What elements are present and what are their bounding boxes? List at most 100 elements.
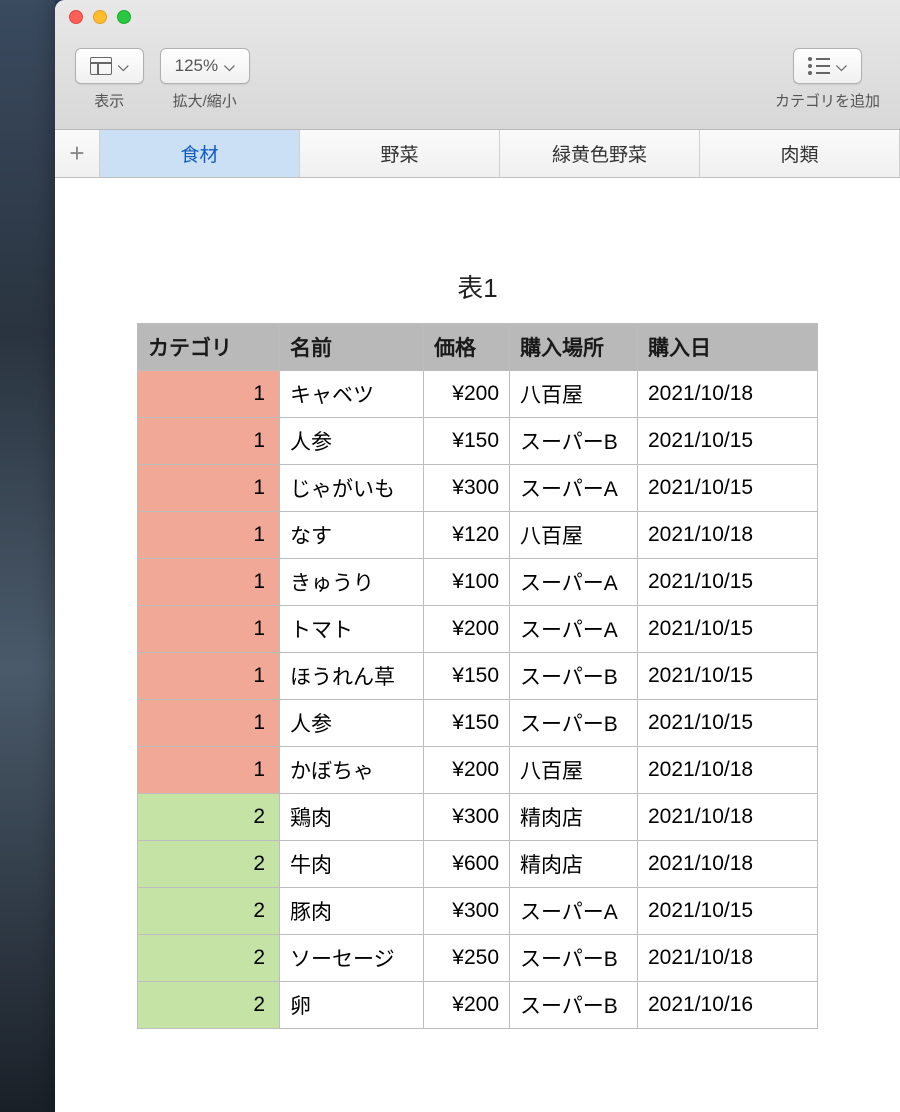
zoom-button[interactable]: 125%: [160, 48, 250, 84]
cell-name[interactable]: きゅうり: [280, 559, 424, 606]
sheet-tab[interactable]: 野菜: [300, 130, 500, 177]
cell-category[interactable]: 2: [138, 794, 280, 841]
cell-date[interactable]: 2021/10/18: [638, 371, 818, 418]
cell-date[interactable]: 2021/10/15: [638, 465, 818, 512]
add-sheet-button[interactable]: +: [55, 130, 100, 177]
list-icon: [808, 57, 830, 75]
cell-category[interactable]: 1: [138, 653, 280, 700]
cell-place[interactable]: スーパーA: [510, 465, 638, 512]
cell-category[interactable]: 1: [138, 559, 280, 606]
cell-name[interactable]: 人参: [280, 700, 424, 747]
cell-date[interactable]: 2021/10/15: [638, 559, 818, 606]
cell-place[interactable]: スーパーA: [510, 888, 638, 935]
sheet-tab[interactable]: 緑黄色野菜: [500, 130, 700, 177]
column-header[interactable]: カテゴリ: [138, 324, 280, 371]
cell-date[interactable]: 2021/10/15: [638, 700, 818, 747]
cell-price[interactable]: ¥120: [424, 512, 510, 559]
canvas[interactable]: 表1 カテゴリ名前価格購入場所購入日 1キャベツ¥200八百屋2021/10/1…: [55, 178, 900, 1112]
cell-place[interactable]: スーパーB: [510, 653, 638, 700]
cell-place[interactable]: 八百屋: [510, 512, 638, 559]
table-row: 1人参¥150スーパーB2021/10/15: [138, 700, 818, 747]
cell-place[interactable]: スーパーB: [510, 982, 638, 1029]
table-title[interactable]: 表1: [55, 268, 900, 305]
cell-name[interactable]: かぼちゃ: [280, 747, 424, 794]
cell-place[interactable]: 精肉店: [510, 794, 638, 841]
cell-date[interactable]: 2021/10/18: [638, 747, 818, 794]
cell-date[interactable]: 2021/10/15: [638, 606, 818, 653]
cell-price[interactable]: ¥200: [424, 606, 510, 653]
cell-name[interactable]: 鶏肉: [280, 794, 424, 841]
maximize-button[interactable]: [117, 10, 131, 24]
cell-price[interactable]: ¥100: [424, 559, 510, 606]
cell-category[interactable]: 1: [138, 418, 280, 465]
cell-name[interactable]: 卵: [280, 982, 424, 1029]
add-category-button[interactable]: [793, 48, 862, 84]
cell-date[interactable]: 2021/10/16: [638, 982, 818, 1029]
cell-date[interactable]: 2021/10/18: [638, 841, 818, 888]
cell-price[interactable]: ¥600: [424, 841, 510, 888]
cell-category[interactable]: 2: [138, 935, 280, 982]
view-button[interactable]: [75, 48, 144, 84]
cell-category[interactable]: 1: [138, 465, 280, 512]
table-row: 1キャベツ¥200八百屋2021/10/18: [138, 371, 818, 418]
cell-place[interactable]: スーパーA: [510, 606, 638, 653]
cell-place[interactable]: 八百屋: [510, 371, 638, 418]
cell-name[interactable]: じゃがいも: [280, 465, 424, 512]
cell-date[interactable]: 2021/10/15: [638, 888, 818, 935]
table-row: 2豚肉¥300スーパーA2021/10/15: [138, 888, 818, 935]
cell-date[interactable]: 2021/10/18: [638, 794, 818, 841]
cell-category[interactable]: 2: [138, 982, 280, 1029]
close-button[interactable]: [69, 10, 83, 24]
cell-price[interactable]: ¥300: [424, 794, 510, 841]
cell-category[interactable]: 1: [138, 606, 280, 653]
table-row: 1かぼちゃ¥200八百屋2021/10/18: [138, 747, 818, 794]
sheet-tabs: + 食材野菜緑黄色野菜肉類: [55, 130, 900, 178]
sheet-tab[interactable]: 肉類: [700, 130, 900, 177]
cell-price[interactable]: ¥200: [424, 982, 510, 1029]
panel-icon: [90, 57, 112, 75]
cell-price[interactable]: ¥300: [424, 888, 510, 935]
minimize-button[interactable]: [93, 10, 107, 24]
cell-price[interactable]: ¥200: [424, 371, 510, 418]
cell-price[interactable]: ¥150: [424, 700, 510, 747]
cell-category[interactable]: 1: [138, 512, 280, 559]
column-header[interactable]: 名前: [280, 324, 424, 371]
cell-category[interactable]: 1: [138, 371, 280, 418]
cell-name[interactable]: 豚肉: [280, 888, 424, 935]
column-header[interactable]: 購入場所: [510, 324, 638, 371]
cell-price[interactable]: ¥300: [424, 465, 510, 512]
cell-date[interactable]: 2021/10/18: [638, 935, 818, 982]
data-table[interactable]: カテゴリ名前価格購入場所購入日 1キャベツ¥200八百屋2021/10/181人…: [137, 323, 818, 1029]
column-header[interactable]: 購入日: [638, 324, 818, 371]
sheet-tab[interactable]: 食材: [100, 130, 300, 177]
cell-place[interactable]: スーパーB: [510, 418, 638, 465]
cell-place[interactable]: スーパーB: [510, 935, 638, 982]
cell-name[interactable]: キャベツ: [280, 371, 424, 418]
cell-place[interactable]: 精肉店: [510, 841, 638, 888]
cell-price[interactable]: ¥250: [424, 935, 510, 982]
cell-name[interactable]: 牛肉: [280, 841, 424, 888]
cell-date[interactable]: 2021/10/15: [638, 418, 818, 465]
table-row: 2鶏肉¥300精肉店2021/10/18: [138, 794, 818, 841]
cell-name[interactable]: ソーセージ: [280, 935, 424, 982]
cell-price[interactable]: ¥200: [424, 747, 510, 794]
cell-category[interactable]: 1: [138, 747, 280, 794]
cell-place[interactable]: スーパーA: [510, 559, 638, 606]
cell-category[interactable]: 2: [138, 841, 280, 888]
cell-price[interactable]: ¥150: [424, 653, 510, 700]
column-header[interactable]: 価格: [424, 324, 510, 371]
cell-name[interactable]: なす: [280, 512, 424, 559]
cell-category[interactable]: 1: [138, 700, 280, 747]
cell-price[interactable]: ¥150: [424, 418, 510, 465]
table-row: 2ソーセージ¥250スーパーB2021/10/18: [138, 935, 818, 982]
cell-date[interactable]: 2021/10/18: [638, 512, 818, 559]
cell-category[interactable]: 2: [138, 888, 280, 935]
cell-place[interactable]: 八百屋: [510, 747, 638, 794]
cell-name[interactable]: ほうれん草: [280, 653, 424, 700]
cell-place[interactable]: スーパーB: [510, 700, 638, 747]
chevron-down-icon: [118, 56, 129, 76]
table-row: 1人参¥150スーパーB2021/10/15: [138, 418, 818, 465]
cell-name[interactable]: 人参: [280, 418, 424, 465]
cell-name[interactable]: トマト: [280, 606, 424, 653]
cell-date[interactable]: 2021/10/15: [638, 653, 818, 700]
